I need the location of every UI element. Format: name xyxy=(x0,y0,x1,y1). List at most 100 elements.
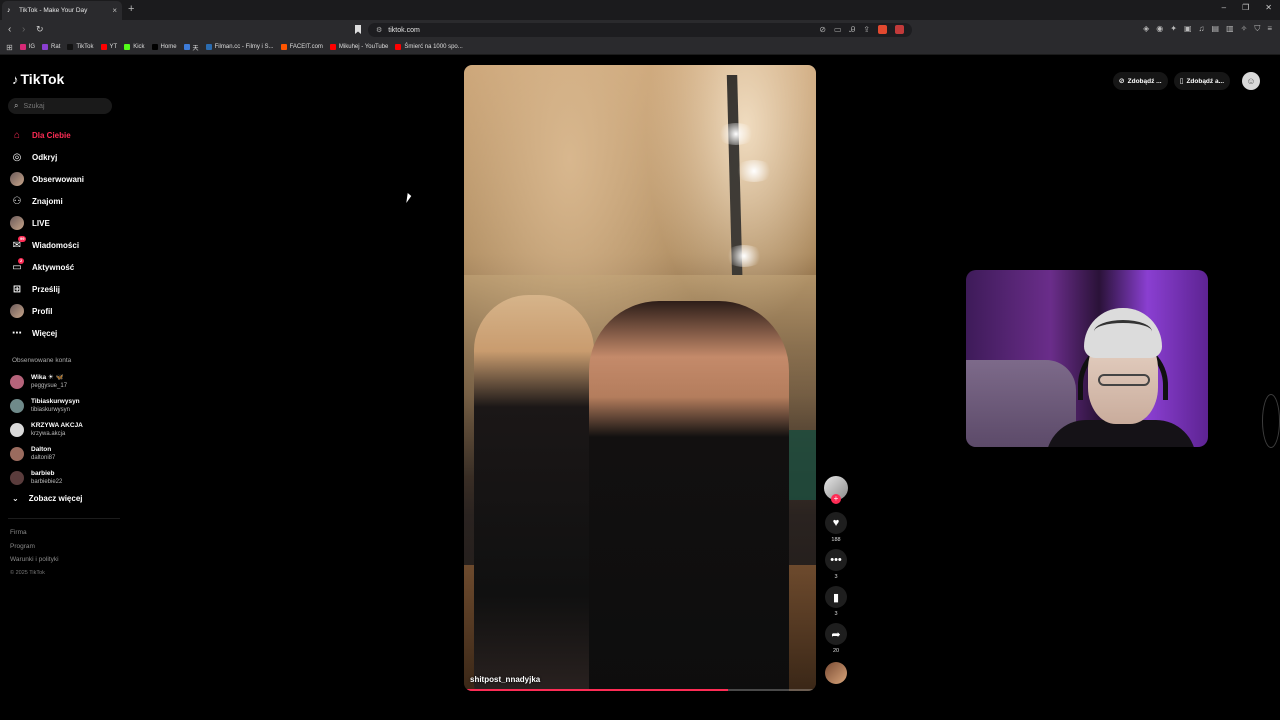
sidebar-item-label: LIVE xyxy=(32,218,50,228)
footer-link-terms[interactable]: Warunki i polityki xyxy=(10,553,59,567)
following-account[interactable]: Wika ☀ 🦋 peggysue_17 xyxy=(10,370,83,394)
bookmark-item[interactable]: 天 xyxy=(183,43,199,52)
header-actions: ⊘ Zdobądź ... ▯ Zdobądź a... ☺ xyxy=(1112,72,1260,90)
account-handle: daltoni87 xyxy=(31,455,56,461)
bookmark-item[interactable]: FACEIT.com xyxy=(280,44,323,50)
extension-icons: ◈ ◉ ✦ ▣ ♫ ▤ ▥ ✧ ⛉ ≡ xyxy=(1143,24,1272,34)
live-icon xyxy=(10,216,24,230)
music-icon[interactable]: ♫ xyxy=(1199,24,1205,34)
share-icon[interactable]: ⇪ xyxy=(863,25,870,35)
notification-badge: 99 xyxy=(18,236,27,242)
extension-icon[interactable]: ▣ xyxy=(1184,24,1192,34)
address-bar[interactable]: ⚙ tiktok.com ⊘ ▭ Ꭿ ⇪ xyxy=(368,23,912,37)
sidebar-item-odkryj[interactable]: ◎ Odkryj xyxy=(10,146,84,168)
brave-shield-icon[interactable] xyxy=(878,25,887,34)
bookmark-item[interactable]: Mikuhej - YouTube xyxy=(329,44,388,50)
bookmark-label: YT xyxy=(109,44,118,50)
bookmark-favicon-icon xyxy=(67,44,74,50)
translate-icon[interactable]: Ꭿ xyxy=(850,25,856,35)
vpn-icon[interactable]: ⛉ xyxy=(1254,24,1260,34)
search-input[interactable]: ⌕ Szukaj xyxy=(8,98,112,114)
account-handle: barbiebie22 xyxy=(31,479,63,485)
cast-icon[interactable]: ▭ xyxy=(834,25,842,35)
profile-avatar-icon[interactable]: ☺ xyxy=(1242,72,1260,90)
footer-link-program[interactable]: Program xyxy=(10,540,59,554)
bookmark-item[interactable]: Home xyxy=(151,44,177,50)
bookmark-item[interactable]: Śmierć na 1000 spo... xyxy=(395,44,463,50)
bookmark-item[interactable]: TikTok xyxy=(67,44,94,50)
music-disc-avatar[interactable] xyxy=(825,662,847,684)
no-camera-icon[interactable]: ⊘ xyxy=(819,25,826,35)
bookmark-item[interactable]: Rat xyxy=(42,44,60,50)
video-scene-light xyxy=(734,160,774,182)
site-settings-icon[interactable]: ⚙ xyxy=(376,26,382,34)
video-player[interactable]: shitpost_nnadyjka xyxy=(464,65,816,691)
sidebar-item-label: Odkryj xyxy=(32,152,58,162)
sidebar-item-aktywność[interactable]: ▭ 2 Aktywność xyxy=(10,256,84,278)
bookmark-item[interactable]: IG xyxy=(19,44,36,50)
apps-grid-icon[interactable]: ⊞ xyxy=(6,43,13,52)
leo-icon[interactable]: ✧ xyxy=(1241,24,1248,34)
extension-icon[interactable]: ◈ xyxy=(1143,24,1149,34)
video-author-handle[interactable]: shitpost_nnadyjka xyxy=(470,675,540,684)
creator-avatar[interactable]: + xyxy=(824,476,848,504)
comment-action[interactable]: ••• 3 xyxy=(825,549,847,582)
comment-icon[interactable]: ••• xyxy=(825,549,847,571)
share-arrow-icon[interactable]: ➦ xyxy=(825,623,847,645)
bookmark-label: IG xyxy=(28,44,36,50)
see-more-button[interactable]: ⌄ Zobacz więcej xyxy=(12,494,83,503)
menu-icon[interactable]: ≡ xyxy=(1267,24,1272,34)
share-action[interactable]: ➦ 20 xyxy=(825,623,847,656)
see-more-label: Zobacz więcej xyxy=(28,494,83,503)
sidebar-item-obserwowani[interactable]: Obserwowani xyxy=(10,168,84,190)
sidebar-item-więcej[interactable]: ⋯ Więcej xyxy=(10,322,84,344)
get-app-button[interactable]: ▯ Zdobądź a... xyxy=(1173,72,1230,90)
sidebar-divider xyxy=(8,518,120,519)
minimize-button[interactable]: – xyxy=(1222,3,1226,12)
tiktok-logo[interactable]: ♪ TikTok xyxy=(12,71,64,87)
like-action[interactable]: ♥ 188 xyxy=(825,512,847,545)
sidebar-icon[interactable]: ▤ xyxy=(1212,24,1220,34)
more-icon: ⋯ xyxy=(12,327,22,339)
tab-close-icon[interactable]: × xyxy=(112,6,117,15)
sidebar-item-znajomi[interactable]: ⚇ Znajomi xyxy=(10,190,84,212)
following-account[interactable]: Dalton daltoni87 xyxy=(10,442,83,466)
forward-icon[interactable]: › xyxy=(22,24,25,35)
sidebar-item-prześlij[interactable]: ⊞ Prześlij xyxy=(10,278,84,300)
sidebar-item-profil[interactable]: Profil xyxy=(10,300,84,322)
following-account[interactable]: KRZYWA AKCJA krzywa.akcja xyxy=(10,418,83,442)
get-coins-button[interactable]: ⊘ Zdobądź ... xyxy=(1112,72,1168,90)
sidebar-item-label: Aktywność xyxy=(32,262,75,272)
chevron-down-icon: ⌄ xyxy=(12,494,19,503)
save-action[interactable]: ▮ 3 xyxy=(825,586,847,619)
bookmark-icon[interactable]: ▮ xyxy=(825,586,847,608)
back-icon[interactable]: ‹ xyxy=(8,24,11,35)
bookmark-label: FACEIT.com xyxy=(289,44,323,50)
following-account[interactable]: barbieb barbiebie22 xyxy=(10,466,83,490)
tiktok-note-icon: ♪ xyxy=(12,71,19,87)
follow-plus-icon[interactable]: + xyxy=(831,494,841,504)
sidebar-item-dla-ciebie[interactable]: ⌂ Dla Ciebie xyxy=(10,124,84,146)
video-progress-bar[interactable] xyxy=(464,689,816,691)
sidebar-item-live[interactable]: LIVE xyxy=(10,212,84,234)
rewards-icon[interactable] xyxy=(895,25,904,34)
bookmark-favicon-icon xyxy=(395,44,402,50)
extension-icon[interactable]: ◉ xyxy=(1156,24,1163,34)
browser-tab[interactable]: ♪ TikTok - Make Your Day × xyxy=(2,1,122,20)
bookmark-item[interactable]: Kick xyxy=(124,44,145,50)
get-app-label: Zdobądź a... xyxy=(1186,77,1224,85)
sidebar-item-wiadomości[interactable]: ✉ 99 Wiadomości xyxy=(10,234,84,256)
new-tab-button[interactable]: + xyxy=(128,3,134,15)
bookmark-item[interactable]: YT xyxy=(100,44,118,50)
account-handle: peggysue_17 xyxy=(31,383,68,389)
restore-button[interactable]: ❐ xyxy=(1242,3,1249,12)
following-account[interactable]: Tibiaskurwysyn tibiaskurwysyn xyxy=(10,394,83,418)
bookmark-page-icon[interactable] xyxy=(355,25,361,34)
heart-icon[interactable]: ♥ xyxy=(825,512,847,534)
wallet-icon[interactable]: ▥ xyxy=(1226,24,1234,34)
footer-link-company[interactable]: Firma xyxy=(10,526,59,540)
close-window-button[interactable]: ✕ xyxy=(1265,3,1272,12)
bookmark-item[interactable]: Filman.cc - Filmy i S... xyxy=(205,44,274,50)
reload-icon[interactable]: ↻ xyxy=(36,24,44,35)
puzzle-icon[interactable]: ✦ xyxy=(1170,24,1177,34)
